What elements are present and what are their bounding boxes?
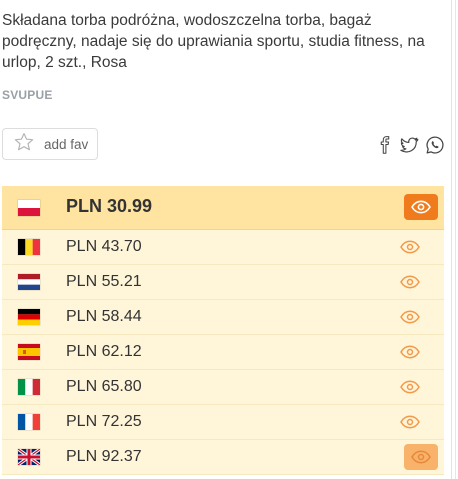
price-value: PLN 58.44 — [66, 308, 142, 325]
eye-icon[interactable] — [404, 444, 438, 470]
uk-flag-icon — [18, 449, 40, 465]
price-row[interactable]: PLN 58.44 — [2, 300, 444, 335]
product-title[interactable]: Składana torba podróżna, wodoszczelna to… — [2, 10, 442, 73]
twitter-icon[interactable] — [398, 134, 420, 156]
fr-flag-icon — [18, 414, 40, 430]
es-flag-icon — [18, 344, 40, 360]
pl-flag-icon — [18, 200, 40, 216]
price-row[interactable]: PLN 62.12 — [2, 335, 444, 370]
price-value: PLN 92.37 — [66, 448, 142, 465]
eye-icon[interactable] — [392, 375, 428, 399]
eye-icon[interactable] — [404, 194, 438, 220]
facebook-icon[interactable] — [376, 134, 394, 156]
eye-icon[interactable] — [392, 235, 428, 259]
product-card: Składana torba podróżna, wodoszczelna to… — [0, 0, 452, 479]
price-row[interactable]: PLN 65.80 — [2, 370, 444, 405]
brand-name[interactable]: SVUPUE — [2, 88, 53, 102]
be-flag-icon — [18, 239, 40, 255]
de-flag-icon — [18, 309, 40, 325]
price-value: PLN 62.12 — [66, 343, 142, 360]
whatsapp-icon[interactable] — [424, 134, 446, 156]
divider — [455, 0, 456, 479]
price-value: PLN 72.25 — [66, 413, 142, 430]
add-fav-button[interactable]: add fav — [2, 128, 98, 160]
it-flag-icon — [18, 379, 40, 395]
price-value: PLN 65.80 — [66, 378, 142, 395]
price-value: PLN 30.99 — [66, 196, 153, 216]
price-list: PLN 30.99 PLN 43.70 PLN 55.21 PLN 58.44 … — [2, 186, 444, 475]
add-fav-label: add fav — [44, 136, 89, 152]
price-row[interactable]: PLN 43.70 — [2, 230, 444, 265]
nl-flag-icon — [18, 274, 40, 290]
eye-icon[interactable] — [392, 410, 428, 434]
price-row[interactable]: PLN 30.99 — [2, 186, 444, 230]
eye-icon[interactable] — [392, 305, 428, 329]
price-value: PLN 43.70 — [66, 238, 142, 255]
price-row[interactable]: PLN 92.37 — [2, 440, 444, 475]
price-row[interactable]: PLN 55.21 — [2, 265, 444, 300]
price-value: PLN 55.21 — [66, 273, 142, 290]
star-icon — [13, 131, 35, 158]
eye-icon[interactable] — [392, 270, 428, 294]
price-row[interactable]: PLN 72.25 — [2, 405, 444, 440]
eye-icon[interactable] — [392, 340, 428, 364]
